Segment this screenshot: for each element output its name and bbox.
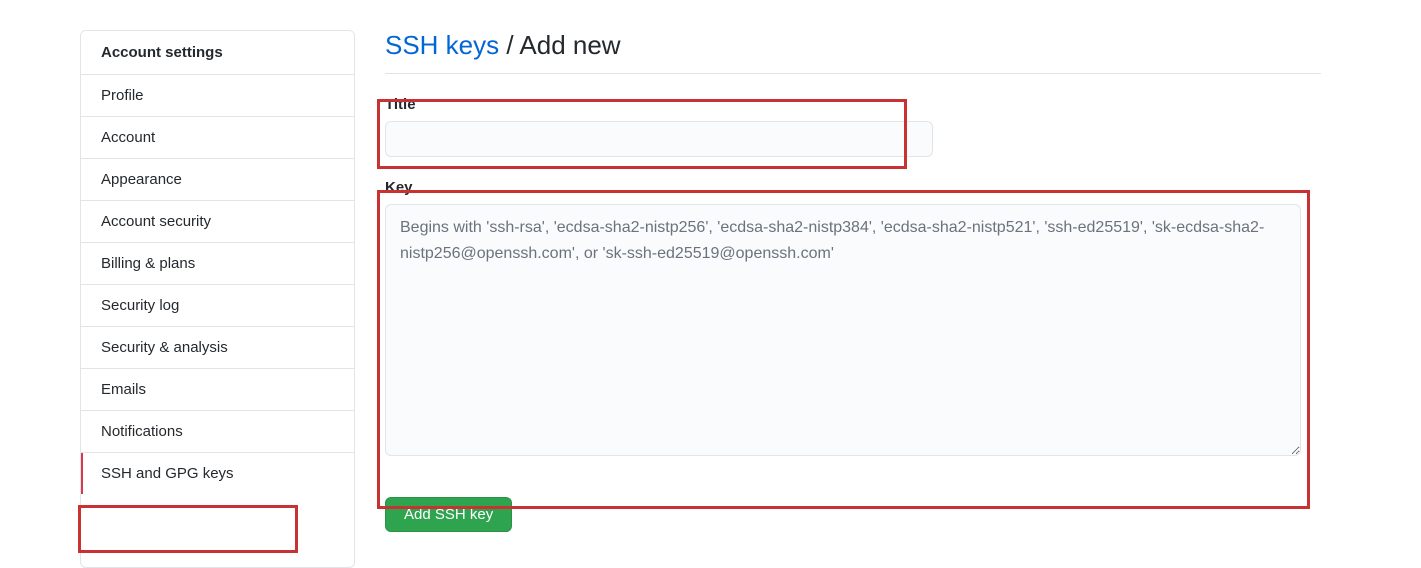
key-form-group: Key — [385, 179, 1321, 461]
sidebar-item-notifications[interactable]: Notifications — [81, 411, 354, 453]
title-form-group: Title — [385, 96, 1321, 157]
sidebar-item-account[interactable]: Account — [81, 117, 354, 159]
sidebar-item-account-security[interactable]: Account security — [81, 201, 354, 243]
sidebar-item-appearance[interactable]: Appearance — [81, 159, 354, 201]
sidebar-item-billing-plans[interactable]: Billing & plans — [81, 243, 354, 285]
main-content: SSH keys / Add new Title Key Add SSH key — [355, 30, 1421, 568]
settings-sidebar: Account settings Profile Account Appeara… — [80, 30, 355, 568]
key-textarea[interactable] — [385, 204, 1301, 456]
add-ssh-key-button[interactable]: Add SSH key — [385, 497, 512, 532]
key-label: Key — [385, 179, 1321, 196]
sidebar-item-security-analysis[interactable]: Security & analysis — [81, 327, 354, 369]
sidebar-item-profile[interactable]: Profile — [81, 75, 354, 117]
heading-separator: / — [499, 30, 519, 60]
page-heading: SSH keys / Add new — [385, 30, 1321, 74]
sidebar-item-emails[interactable]: Emails — [81, 369, 354, 411]
ssh-keys-link[interactable]: SSH keys — [385, 30, 499, 60]
sidebar-item-ssh-gpg-keys[interactable]: SSH and GPG keys — [81, 453, 354, 494]
sidebar-header: Account settings — [81, 31, 354, 75]
heading-sub: Add new — [519, 30, 620, 60]
title-input[interactable] — [385, 121, 933, 157]
title-label: Title — [385, 96, 1321, 113]
sidebar-item-security-log[interactable]: Security log — [81, 285, 354, 327]
